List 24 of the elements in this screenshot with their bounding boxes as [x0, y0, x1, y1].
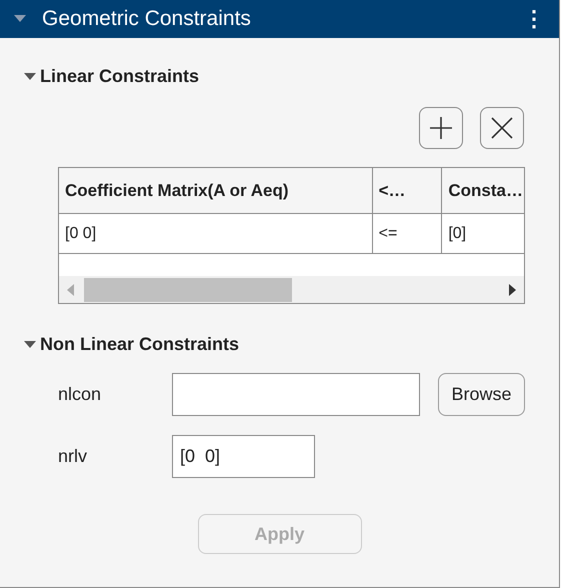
section-toggle-icon[interactable]: [24, 72, 36, 80]
more-menu-icon[interactable]: ⋮: [523, 6, 545, 32]
input-field[interactable]: [0 0]: [172, 435, 315, 478]
input-field[interactable]: [172, 373, 420, 416]
add-button[interactable]: [419, 107, 463, 149]
delete-button[interactable]: [480, 107, 524, 149]
section-toggle-icon[interactable]: [24, 340, 36, 348]
close-icon: [490, 116, 514, 140]
table-cell[interactable]: <=: [372, 214, 442, 254]
column-header[interactable]: Coefficient Matrix(A or Aeq): [59, 168, 373, 214]
section-title: Non Linear Constraints: [40, 334, 240, 355]
table-cell[interactable]: [0]: [442, 214, 524, 254]
plus-icon: [429, 116, 453, 140]
column-header[interactable]: <…: [372, 168, 442, 214]
column-header[interactable]: Consta…: [442, 168, 524, 214]
browse-button[interactable]: Browse: [438, 373, 525, 416]
section-title: Linear Constraints: [40, 66, 200, 87]
table-cell[interactable]: [0 0]: [59, 214, 373, 254]
field-label: nrlv: [58, 446, 88, 467]
collapse-arrow-icon[interactable]: [14, 15, 26, 23]
panel-title: Geometric Constraints: [42, 7, 252, 31]
field-label: nlcon: [58, 384, 102, 405]
scroll-right-icon[interactable]: [509, 284, 516, 296]
horizontal-scrollbar[interactable]: [59, 276, 524, 303]
